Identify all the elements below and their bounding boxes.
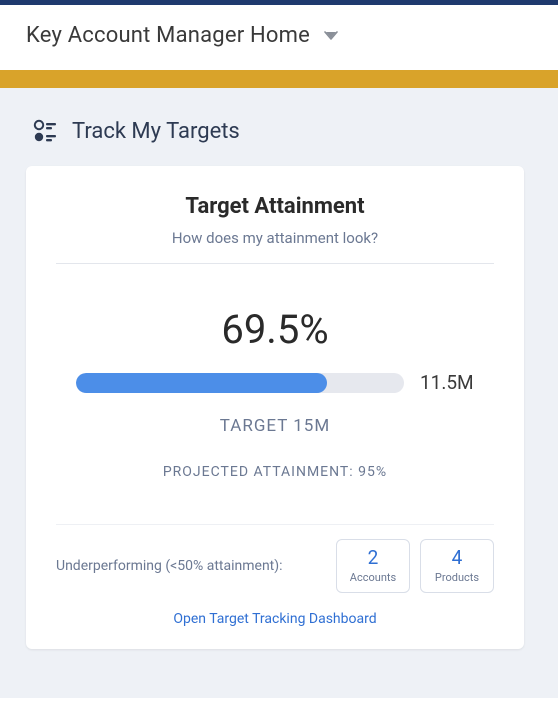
divider — [56, 263, 494, 264]
products-count: 4 — [421, 546, 493, 569]
open-dashboard-link[interactable]: Open Target Tracking Dashboard — [56, 611, 494, 627]
accent-strip — [0, 70, 558, 88]
progress-bar — [76, 373, 404, 393]
accounts-label: Accounts — [337, 571, 409, 584]
underperforming-row: Underperforming (<50% attainment): 2 Acc… — [56, 524, 494, 593]
content-area: Track My Targets Target Attainment How d… — [0, 88, 558, 698]
nav-bar: Key Account Manager Home — [0, 5, 558, 70]
chevron-down-icon[interactable] — [324, 31, 338, 41]
accounts-stat-button[interactable]: 2 Accounts — [336, 539, 410, 593]
products-stat-button[interactable]: 4 Products — [420, 539, 494, 593]
attainment-percent: 69.5% — [56, 306, 494, 353]
projected-label: PROJECTED ATTAINMENT: 95% — [56, 464, 494, 480]
accounts-count: 2 — [337, 546, 409, 569]
target-attainment-card: Target Attainment How does my attainment… — [26, 166, 524, 649]
card-subtitle: How does my attainment look? — [56, 229, 494, 247]
products-label: Products — [421, 571, 493, 584]
progress-row: 11.5M — [76, 371, 474, 394]
current-value: 11.5M — [420, 371, 474, 394]
card-title: Target Attainment — [56, 194, 494, 219]
targets-icon — [32, 118, 58, 144]
section-title: Track My Targets — [72, 119, 240, 144]
underperforming-label: Underperforming (<50% attainment): — [56, 558, 326, 574]
target-label: TARGET 15M — [56, 416, 494, 436]
section-header: Track My Targets — [32, 118, 532, 144]
nav-title[interactable]: Key Account Manager Home — [26, 23, 310, 48]
progress-fill — [76, 373, 327, 393]
